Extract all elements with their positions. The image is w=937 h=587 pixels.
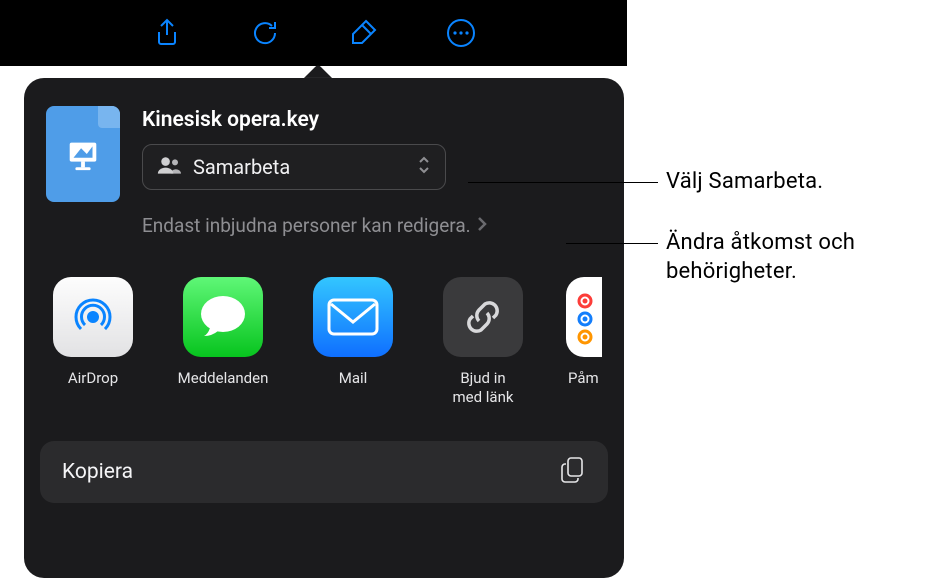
callout-permissions: Ändra åtkomst och behörigheter. <box>666 229 916 286</box>
share-target-reminders[interactable]: Påm <box>566 277 602 407</box>
share-target-messages[interactable]: Meddelanden <box>176 277 270 407</box>
callout-line <box>566 243 658 244</box>
mail-icon <box>313 277 393 357</box>
document-thumbnail <box>46 106 120 202</box>
copy-label: Kopiera <box>62 460 133 484</box>
link-icon <box>443 277 523 357</box>
more-icon[interactable] <box>444 16 478 50</box>
share-target-label: Meddelanden <box>176 369 270 388</box>
share-icon[interactable] <box>150 16 184 50</box>
share-target-mail[interactable]: Mail <box>306 277 400 407</box>
callout-line <box>468 182 658 183</box>
share-target-label: Bjud in med länk <box>436 369 530 407</box>
callout-panel <box>627 0 937 587</box>
callout-collab: Välj Samarbeta. <box>666 168 823 197</box>
people-icon <box>157 155 181 179</box>
collaboration-mode-label: Samarbeta <box>193 155 405 179</box>
share-sheet: Kinesisk opera.key Samarbeta Endast inbj… <box>24 78 624 578</box>
share-target-airdrop[interactable]: AirDrop <box>46 277 140 407</box>
reminders-icon <box>566 277 602 357</box>
chevron-right-icon <box>477 216 487 236</box>
share-targets-row: AirDrop Meddelanden Mail <box>46 277 602 407</box>
copy-action-row[interactable]: Kopiera <box>40 441 608 503</box>
chevron-up-down-icon <box>417 155 431 179</box>
document-title: Kinesisk opera.key <box>142 108 602 132</box>
share-target-label: Påm <box>566 369 602 388</box>
paintbrush-icon[interactable] <box>346 16 380 50</box>
collaboration-mode-select[interactable]: Samarbeta <box>142 144 446 190</box>
share-target-label: AirDrop <box>46 369 140 388</box>
share-target-label: Mail <box>306 369 400 388</box>
airdrop-icon <box>53 277 133 357</box>
share-target-invite-link[interactable]: Bjud in med länk <box>436 277 530 407</box>
permissions-summary-text: Endast inbjudna personer kan redigera. <box>142 214 471 237</box>
app-toolbar <box>0 0 627 66</box>
undo-icon[interactable] <box>248 16 282 50</box>
document-meta: Kinesisk opera.key Samarbeta Endast inbj… <box>142 106 602 237</box>
document-header: Kinesisk opera.key Samarbeta Endast inbj… <box>46 106 602 237</box>
permissions-summary-row[interactable]: Endast inbjudna personer kan redigera. <box>142 214 602 237</box>
copy-icon <box>560 456 586 488</box>
messages-icon <box>183 277 263 357</box>
